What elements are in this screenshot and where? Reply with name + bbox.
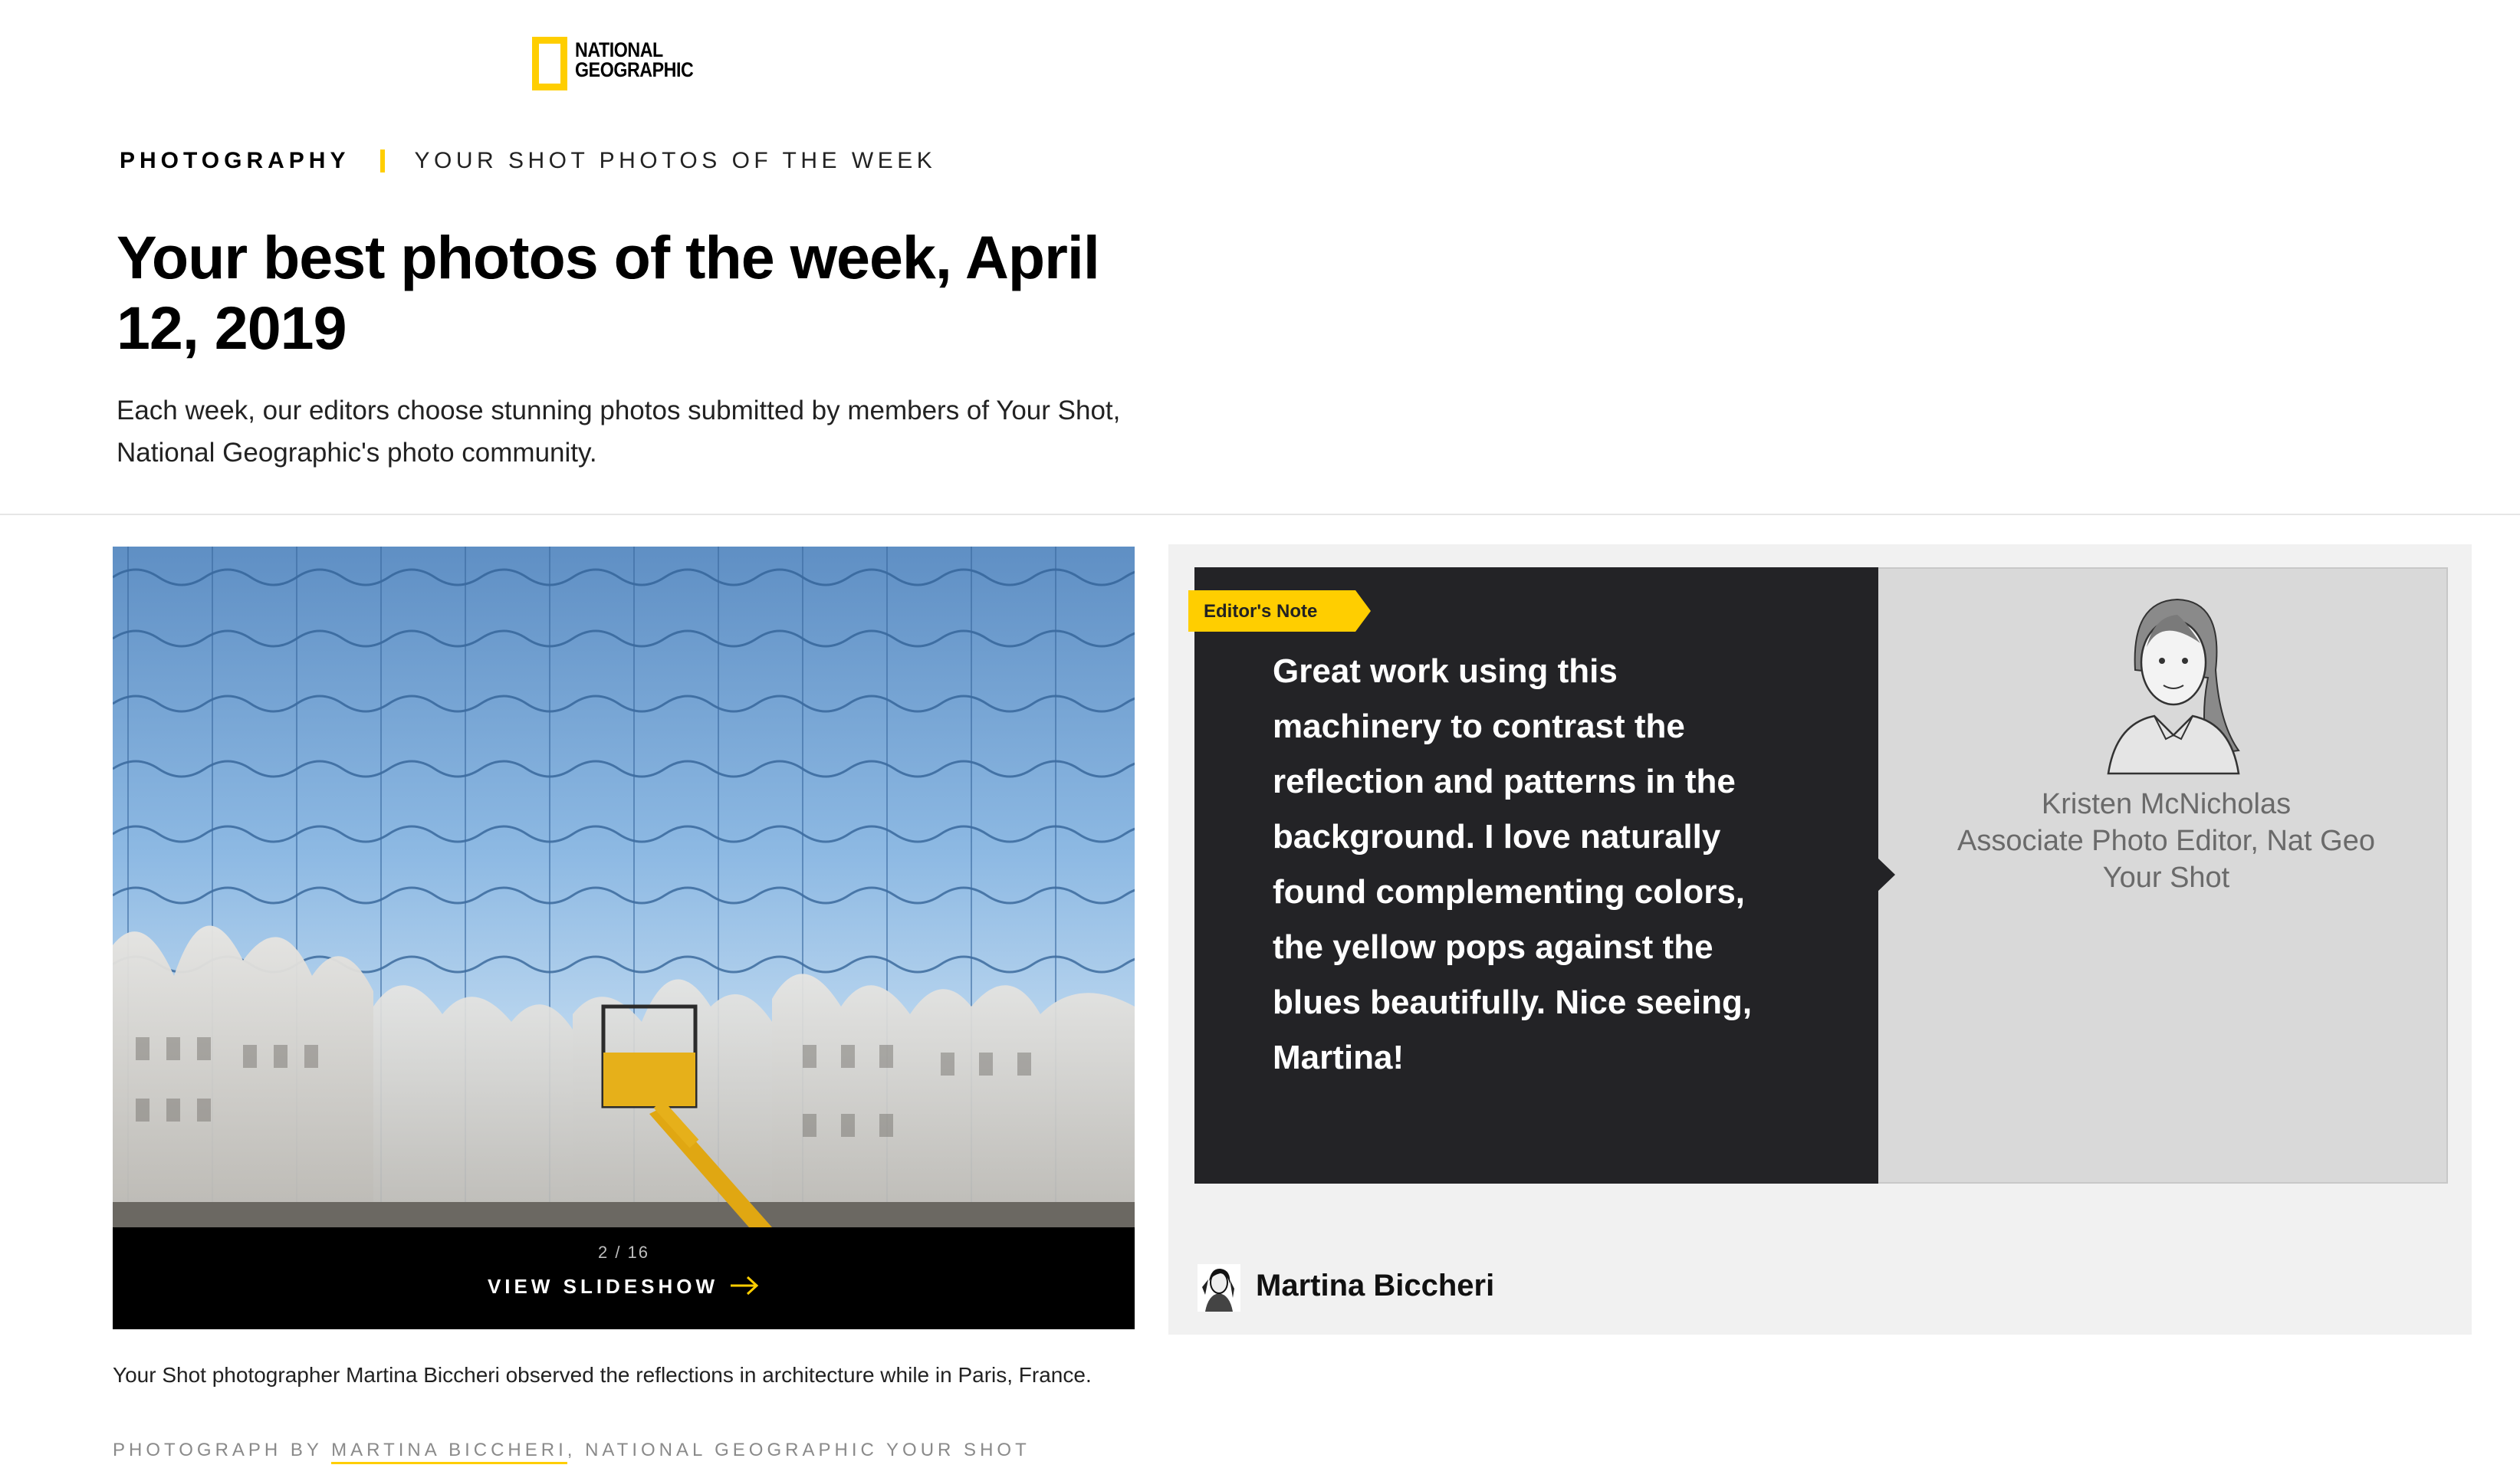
photo-graphic <box>113 547 1135 1227</box>
section-divider <box>0 514 2520 515</box>
breadcrumb-section-link[interactable]: PHOTOGRAPHY <box>120 148 350 174</box>
arrow-right-icon <box>729 1276 760 1301</box>
featured-photo[interactable] <box>113 547 1135 1227</box>
view-slideshow-label: VIEW SLIDESHOW <box>487 1275 719 1298</box>
photo-caption: Your Shot photographer Martina Biccheri … <box>113 1363 1092 1387</box>
article-dek: Each week, our editors choose stunning p… <box>117 396 1121 468</box>
photographer-avatar[interactable] <box>1198 1264 1240 1312</box>
view-slideshow-button[interactable]: VIEW SLIDESHOW <box>113 1275 1135 1301</box>
editor-portrait <box>2093 586 2254 777</box>
editor-title-line2: Your Shot <box>2102 862 2230 894</box>
logo-word-geographic: GEOGRAPHIC <box>575 58 694 81</box>
photographer-credit-link[interactable]: MARTINA BICCHERI <box>331 1440 567 1464</box>
editor-title-line1: Associate Photo Editor, Nat Geo <box>1957 825 2375 857</box>
logo-word-national: NATIONAL <box>575 38 663 61</box>
editor-quote: Great work using this machinery to contr… <box>1273 652 1753 1076</box>
breadcrumb-topic-link[interactable]: YOUR SHOT PHOTOS OF THE WEEK <box>414 148 936 174</box>
credit-prefix: PHOTOGRAPH BY <box>113 1440 332 1460</box>
slideshow-bar: 2 / 16 VIEW SLIDESHOW <box>113 1227 1135 1329</box>
editor-sketch-icon <box>2107 598 2240 775</box>
photographer-name[interactable]: Martina Biccheri <box>1256 1269 1494 1303</box>
credit-suffix: , NATIONAL GEOGRAPHIC YOUR SHOT <box>567 1440 1030 1460</box>
national-geographic-logo[interactable]: NATIONAL GEOGRAPHIC <box>532 34 708 90</box>
editors-note-tag-label: Editor's Note <box>1204 601 1318 622</box>
breadcrumb: PHOTOGRAPHY YOUR SHOT PHOTOS OF THE WEEK <box>120 146 936 176</box>
photo-credit: PHOTOGRAPH BY MARTINA BICCHERI, NATIONAL… <box>113 1440 1186 1464</box>
photographer-avatar-icon <box>1198 1264 1240 1312</box>
editors-note-tag: Editor's Note <box>1188 590 1371 632</box>
editor-name: Kristen McNicholas <box>2041 788 2292 820</box>
slide-counter: 2 / 16 <box>597 1243 650 1262</box>
breadcrumb-divider <box>380 149 386 172</box>
editor-byline: Kristen McNicholas Associate Photo Edito… <box>1884 786 2448 896</box>
yellow-border-icon <box>532 37 567 90</box>
page-title: Your best photos of the week, April 12, … <box>117 223 1100 362</box>
tag-notch <box>1355 590 1371 632</box>
